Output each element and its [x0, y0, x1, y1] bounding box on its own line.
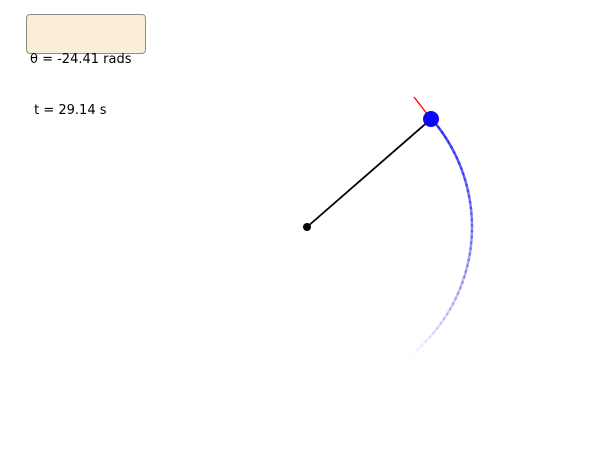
theta-readout: θ = -24.41 rads [30, 52, 132, 67]
motion-trail [413, 117, 474, 354]
info-box: θ = -24.41 rads t = 29.14 s [26, 14, 146, 118]
pivot-point [303, 223, 311, 231]
pendulum-bob [423, 111, 439, 127]
pendulum-rod [306, 118, 432, 228]
trail-segment [413, 350, 417, 354]
time-readout: t = 29.14 s [30, 103, 107, 118]
